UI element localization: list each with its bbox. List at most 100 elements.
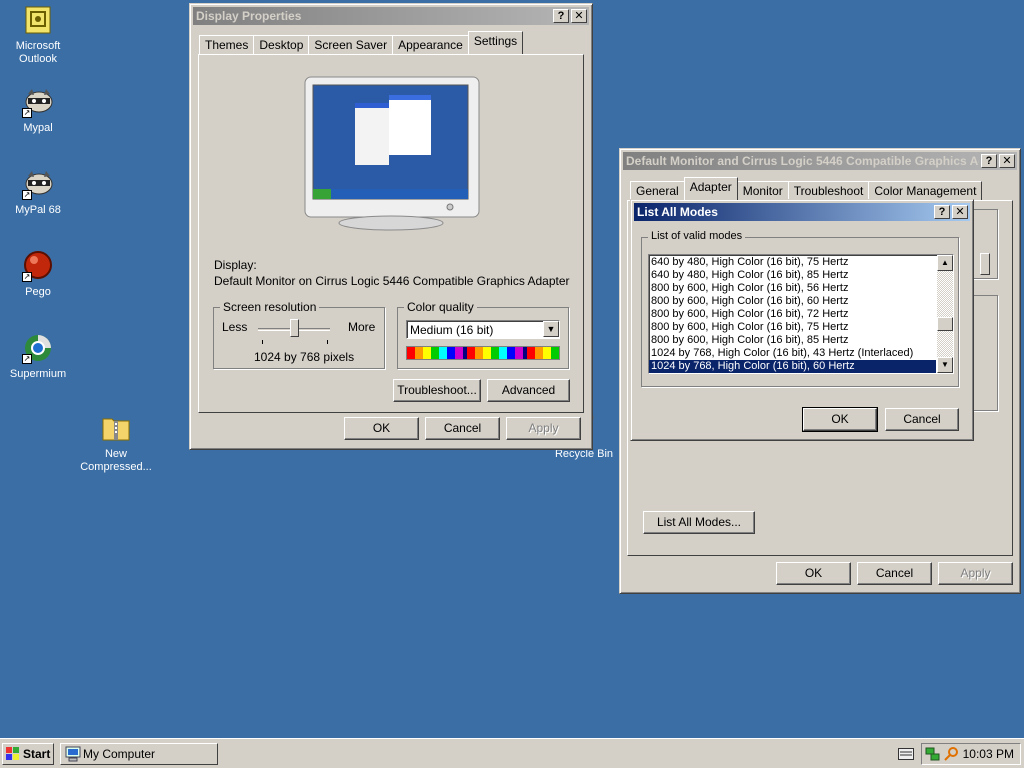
list-scrollbar[interactable]: ▲ ▼ xyxy=(937,255,953,373)
resolution-value: 1024 by 768 pixels xyxy=(254,350,355,364)
windows-logo-icon xyxy=(6,747,20,761)
help-button[interactable]: ? xyxy=(981,154,997,168)
slider-ticks xyxy=(262,340,328,344)
taskbar: Start My Computer 10:03 PM xyxy=(0,738,1024,768)
adapter-properties-button[interactable] xyxy=(980,253,990,275)
cancel-button[interactable]: Cancel xyxy=(425,417,500,440)
shortcut-arrow-icon: ↗ xyxy=(22,190,32,200)
start-button[interactable]: Start xyxy=(2,743,54,765)
close-button[interactable]: ✕ xyxy=(999,154,1015,168)
valid-modes-label: List of valid modes xyxy=(648,230,746,242)
list-item[interactable]: 640 by 480, High Color (16 bit), 85 Hert… xyxy=(649,269,936,282)
desktop-icon-label: Supermium xyxy=(9,368,67,380)
modes-list: 640 by 480, High Color (16 bit), 75 Hert… xyxy=(649,256,936,373)
supermium-icon: ↗ xyxy=(22,332,54,364)
desktop-icon-zip-folder[interactable]: New Compressed... xyxy=(76,412,156,474)
tab-general[interactable]: General xyxy=(630,181,685,201)
apply-button[interactable]: Apply xyxy=(506,417,581,440)
settings-panel: Display: Default Monitor on Cirrus Logic… xyxy=(198,54,584,413)
tab-monitor[interactable]: Monitor xyxy=(736,181,789,201)
pego-icon: ↗ xyxy=(22,250,54,282)
zip-folder-icon xyxy=(100,412,132,444)
desktop-icon-label: Microsoft Outlook xyxy=(15,40,61,65)
adapter-properties-titlebar[interactable]: Default Monitor and Cirrus Logic 5446 Co… xyxy=(623,152,1017,170)
list-item[interactable]: 800 by 600, High Color (16 bit), 56 Hert… xyxy=(649,282,936,295)
tab-adapter[interactable]: Adapter xyxy=(683,177,738,200)
color-quality-label: Color quality xyxy=(404,300,477,314)
tab-themes[interactable]: Themes xyxy=(199,35,255,55)
tab-settings[interactable]: Settings xyxy=(467,31,524,54)
close-button[interactable]: ✕ xyxy=(952,205,968,219)
list-item[interactable]: 1024 by 768, High Color (16 bit), 60 Her… xyxy=(649,360,936,373)
tab-color-management[interactable]: Color Management xyxy=(868,181,983,201)
scroll-down-icon[interactable]: ▼ xyxy=(937,357,953,373)
color-quality-select[interactable]: Medium (16 bit) ▼ xyxy=(406,320,560,339)
ok-button[interactable]: OK xyxy=(344,417,419,440)
troubleshoot-button[interactable]: Troubleshoot... xyxy=(393,379,481,402)
list-item[interactable]: 640 by 480, High Color (16 bit), 75 Hert… xyxy=(649,256,936,269)
ok-button[interactable]: OK xyxy=(802,407,878,432)
list-item[interactable]: 800 by 600, High Color (16 bit), 85 Hert… xyxy=(649,334,936,347)
shortcut-arrow-icon: ↗ xyxy=(22,354,32,364)
color-spectrum-bar xyxy=(406,346,560,360)
screen-resolution-label: Screen resolution xyxy=(220,300,320,314)
less-label: Less xyxy=(222,320,248,334)
shortcut-arrow-icon: ↗ xyxy=(22,272,32,282)
cancel-button[interactable]: Cancel xyxy=(885,408,959,431)
display-label: Display: xyxy=(214,258,257,272)
close-button[interactable]: ✕ xyxy=(571,9,587,23)
list-item[interactable]: 800 by 600, High Color (16 bit), 72 Hert… xyxy=(649,308,936,321)
tab-screen-saver[interactable]: Screen Saver xyxy=(308,35,394,55)
display-properties-titlebar[interactable]: Display Properties ? ✕ xyxy=(193,7,589,25)
taskbar-item-label: My Computer xyxy=(83,747,156,761)
scroll-thumb[interactable] xyxy=(937,317,953,331)
desktop-icon-pego[interactable]: ↗ Pego xyxy=(0,250,78,299)
ok-button[interactable]: OK xyxy=(776,562,851,585)
display-value: Default Monitor on Cirrus Logic 5446 Com… xyxy=(214,274,570,288)
my-computer-icon xyxy=(65,746,81,762)
color-quality-group: Color quality Medium (16 bit) ▼ xyxy=(397,300,569,369)
taskbar-item-my-computer[interactable]: My Computer xyxy=(60,743,218,765)
list-all-modes-titlebar[interactable]: List All Modes ? ✕ xyxy=(634,203,970,221)
desktop-icon-label: MyPal 68 xyxy=(15,204,61,216)
advanced-button[interactable]: Advanced xyxy=(487,379,570,402)
monitor-preview xyxy=(303,75,481,233)
list-item[interactable]: 1024 by 768, High Color (16 bit), 43 Her… xyxy=(649,347,936,360)
mypal-icon: ↗ xyxy=(22,86,54,118)
valid-modes-group: List of valid modes 640 by 480, High Col… xyxy=(641,230,959,387)
scroll-up-icon[interactable]: ▲ xyxy=(937,255,953,271)
system-tray: 10:03 PM xyxy=(921,743,1021,765)
keyboard-icon[interactable] xyxy=(898,748,914,760)
color-quality-value: Medium (16 bit) xyxy=(410,323,494,337)
desktop-icon-label: New Compressed... xyxy=(80,448,152,473)
search-icon[interactable] xyxy=(943,746,959,762)
tab-desktop[interactable]: Desktop xyxy=(253,35,310,55)
resolution-slider-thumb[interactable] xyxy=(290,319,299,337)
start-label: Start xyxy=(23,747,51,761)
apply-button[interactable]: Apply xyxy=(938,562,1013,585)
list-item[interactable]: 800 by 600, High Color (16 bit), 75 Hert… xyxy=(649,321,936,334)
tab-troubleshoot[interactable]: Troubleshoot xyxy=(787,181,870,201)
list-item[interactable]: 800 by 600, High Color (16 bit), 60 Hert… xyxy=(649,295,936,308)
more-label: More xyxy=(348,320,376,334)
tab-appearance[interactable]: Appearance xyxy=(392,35,469,55)
window-title: List All Modes xyxy=(637,205,718,219)
desktop-icon-supermium[interactable]: ↗ Supermium xyxy=(0,332,78,381)
network-icon[interactable] xyxy=(925,746,941,762)
display-properties-window: Display Properties ? ✕ Themes Desktop Sc… xyxy=(189,3,593,450)
desktop-icon-label: Mypal xyxy=(23,122,53,134)
desktop-icon-label: Pego xyxy=(25,286,51,298)
cancel-button[interactable]: Cancel xyxy=(857,562,932,585)
window-title: Default Monitor and Cirrus Logic 5446 Co… xyxy=(626,154,979,168)
help-button[interactable]: ? xyxy=(553,9,569,23)
desktop-icon-outlook[interactable]: Microsoft Outlook xyxy=(0,4,78,66)
chevron-down-icon[interactable]: ▼ xyxy=(543,321,559,337)
mypal-icon: ↗ xyxy=(22,168,54,200)
help-button[interactable]: ? xyxy=(934,205,950,219)
shortcut-arrow-icon: ↗ xyxy=(22,108,32,118)
adapter-tabs: General Adapter Monitor Troubleshoot Col… xyxy=(630,177,983,201)
list-all-modes-button[interactable]: List All Modes... xyxy=(643,511,755,534)
modes-listbox[interactable]: 640 by 480, High Color (16 bit), 75 Hert… xyxy=(648,254,954,374)
desktop-icon-mypal68[interactable]: ↗ MyPal 68 xyxy=(0,168,78,217)
desktop-icon-mypal[interactable]: ↗ Mypal xyxy=(0,86,78,135)
